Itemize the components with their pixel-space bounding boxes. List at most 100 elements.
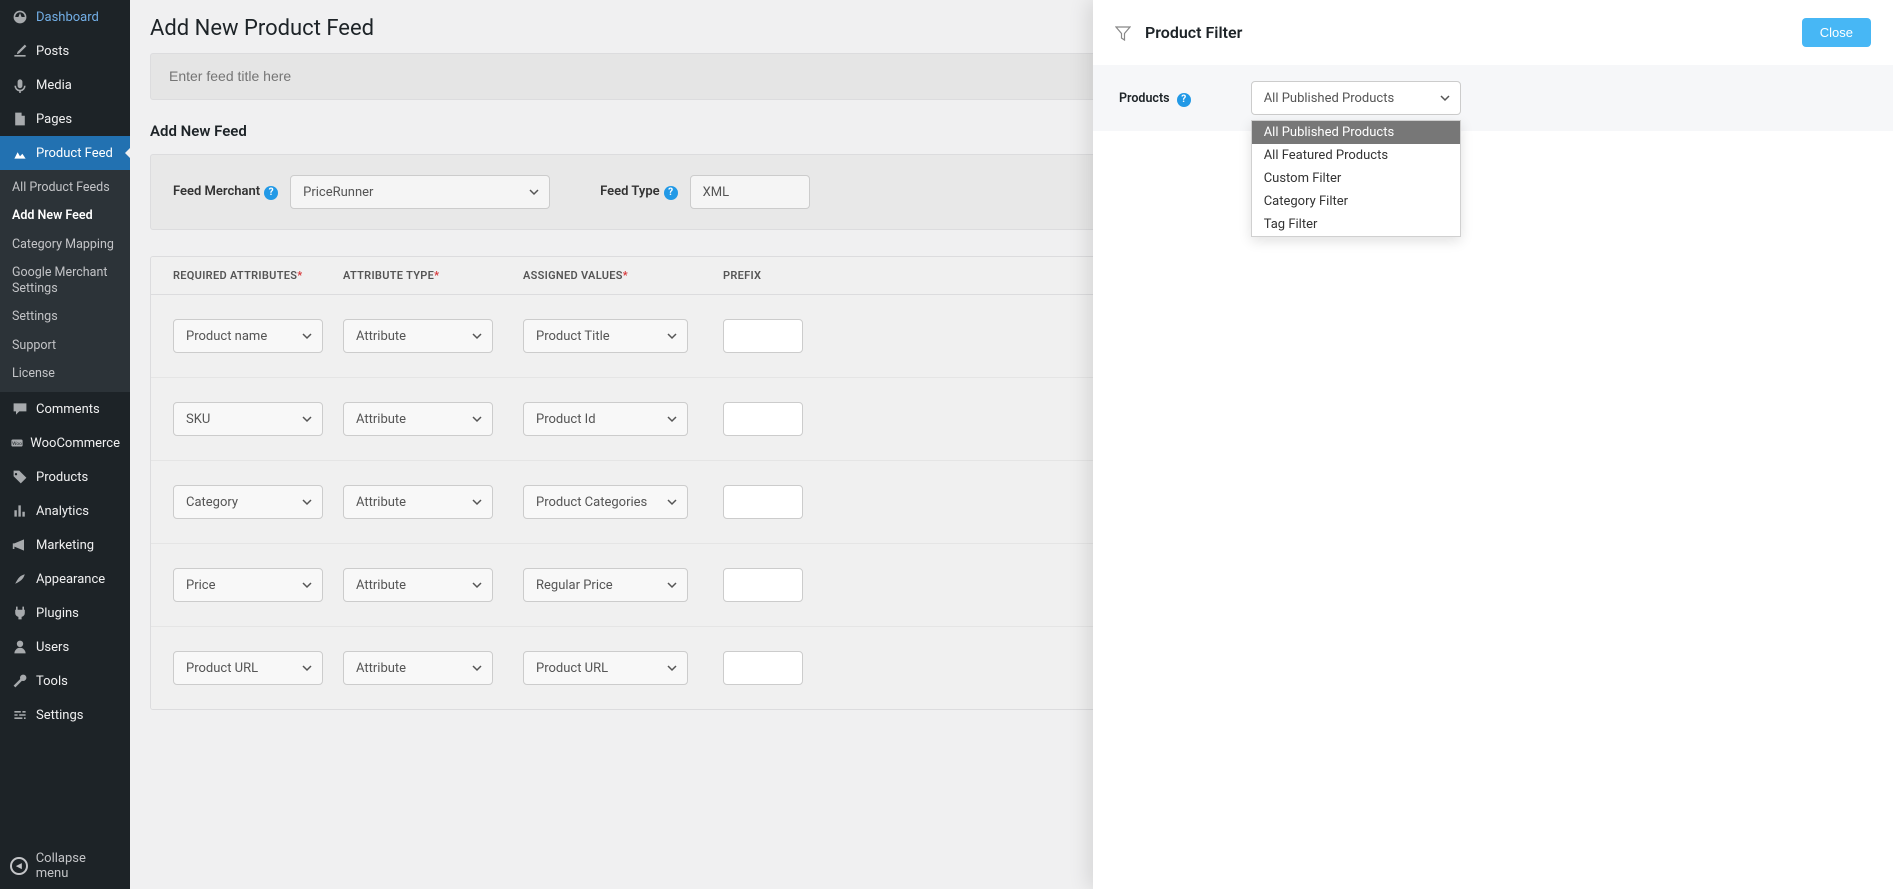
sidebar-item-product-feed[interactable]: Product Feed [0,136,130,170]
tools-icon [10,671,30,691]
chevron-down-icon [529,187,539,197]
chevron-down-icon [667,497,677,507]
sidebar-sub-license[interactable]: License [0,360,130,388]
sidebar-item-label: Posts [36,44,69,59]
assigned-value-select[interactable]: Product Categories [523,485,688,519]
dropdown-option[interactable]: All Published Products [1252,121,1460,144]
merchant-select[interactable]: PriceRunner [290,175,550,209]
merchant-label: Feed Merchant? [173,184,278,200]
sidebar-item-settings[interactable]: Settings [0,698,130,732]
chevron-down-icon [472,414,482,424]
products-label: Products ? [1119,91,1191,107]
sidebar-item-posts[interactable]: Posts [0,34,130,68]
sidebar-item-analytics[interactable]: Analytics [0,494,130,528]
chevron-down-icon [302,414,312,424]
prefix-input[interactable] [723,485,803,519]
products-select[interactable]: All Published Products [1251,81,1461,115]
chevron-down-icon [472,331,482,341]
close-button[interactable]: Close [1802,18,1871,47]
assigned-value-select[interactable]: Product Id [523,402,688,436]
sidebar-item-products[interactable]: Products [0,460,130,494]
required-attr-select[interactable]: Price [173,568,323,602]
appearance-icon [10,569,30,589]
assigned-value-select[interactable]: Product Title [523,319,688,353]
assigned-value-select[interactable]: Product URL [523,651,688,685]
product-feed-icon [10,143,30,163]
chevron-down-icon [667,414,677,424]
sidebar-sub-support[interactable]: Support [0,332,130,360]
chevron-down-icon [302,497,312,507]
prefix-input[interactable] [723,319,803,353]
sidebar-item-label: Marketing [36,538,94,553]
sidebar-item-tools[interactable]: Tools [0,664,130,698]
sidebar-item-label: Pages [36,112,72,127]
dashboard-icon [10,7,30,27]
sidebar-item-label: Plugins [36,606,79,621]
sidebar-item-pages[interactable]: Pages [0,102,130,136]
marketing-icon [10,535,30,555]
chevron-down-icon [667,580,677,590]
attr-type-select[interactable]: Attribute [343,319,493,353]
attr-type-select[interactable]: Attribute [343,568,493,602]
sidebar-item-dashboard[interactable]: Dashboard [0,0,130,34]
collapse-icon: ◄ [10,857,28,875]
chevron-down-icon [302,663,312,673]
sidebar-sub-google-merchant-settings[interactable]: Google Merchant Settings [0,259,130,304]
dropdown-option[interactable]: Category Filter [1252,190,1460,213]
sidebar-sub-category-mapping[interactable]: Category Mapping [0,231,130,259]
sidebar-item-label: Product Feed [36,146,113,161]
prefix-input[interactable] [723,402,803,436]
required-attr-select[interactable]: SKU [173,402,323,436]
help-icon[interactable]: ? [1177,93,1191,107]
collapse-menu[interactable]: ◄ Collapse menu [0,843,130,889]
dropdown-option[interactable]: Custom Filter [1252,167,1460,190]
sidebar-item-label: Settings [36,708,83,723]
sidebar-item-label: Tools [36,674,68,689]
help-icon[interactable]: ? [664,186,678,200]
chevron-down-icon [1440,93,1450,103]
plugins-icon [10,603,30,623]
sidebar-item-label: Analytics [36,504,89,519]
required-attr-select[interactable]: Product name [173,319,323,353]
main-content: Add New Product Feed Add New Feed Feed M… [130,0,1893,889]
sidebar-item-marketing[interactable]: Marketing [0,528,130,562]
sidebar-sub-all-product-feeds[interactable]: All Product Feeds [0,174,130,202]
product-filter-drawer: Product Filter Close Products ? All Publ… [1093,0,1893,889]
sidebar-item-appearance[interactable]: Appearance [0,562,130,596]
pages-icon [10,109,30,129]
attr-type-select[interactable]: Attribute [343,402,493,436]
posts-icon [10,41,30,61]
required-attr-select[interactable]: Product URL [173,651,323,685]
admin-sidebar: Dashboard Posts Media Pages Product Feed All… [0,0,130,889]
attr-type-select[interactable]: Attribute [343,485,493,519]
comments-icon [10,399,30,419]
chevron-down-icon [302,331,312,341]
chevron-down-icon [472,580,482,590]
help-icon[interactable]: ? [264,186,278,200]
assigned-value-select[interactable]: Regular Price [523,568,688,602]
sidebar-item-plugins[interactable]: Plugins [0,596,130,630]
sidebar-sub-settings[interactable]: Settings [0,303,130,331]
required-attr-select[interactable]: Category [173,485,323,519]
sidebar-item-label: Comments [36,402,100,417]
woocommerce-icon: Woo [10,433,24,453]
sidebar-item-label: Users [36,640,69,655]
dropdown-option[interactable]: All Featured Products [1252,144,1460,167]
prefix-input[interactable] [723,568,803,602]
dropdown-option[interactable]: Tag Filter [1252,213,1460,236]
chevron-down-icon [302,580,312,590]
products-dropdown: All Published ProductsAll Featured Produ… [1251,120,1461,237]
analytics-icon [10,501,30,521]
attr-type-select[interactable]: Attribute [343,651,493,685]
sidebar-item-comments[interactable]: Comments [0,392,130,426]
sidebar-sub-add-new-feed[interactable]: Add New Feed [0,202,130,230]
chevron-down-icon [667,663,677,673]
users-icon [10,637,30,657]
prefix-input[interactable] [723,651,803,685]
settings-icon [10,705,30,725]
sidebar-item-users[interactable]: Users [0,630,130,664]
sidebar-item-woocommerce[interactable]: WooWooCommerce [0,426,130,460]
chevron-down-icon [472,497,482,507]
sidebar-item-media[interactable]: Media [0,68,130,102]
feed-type-select[interactable]: XML [690,175,810,209]
